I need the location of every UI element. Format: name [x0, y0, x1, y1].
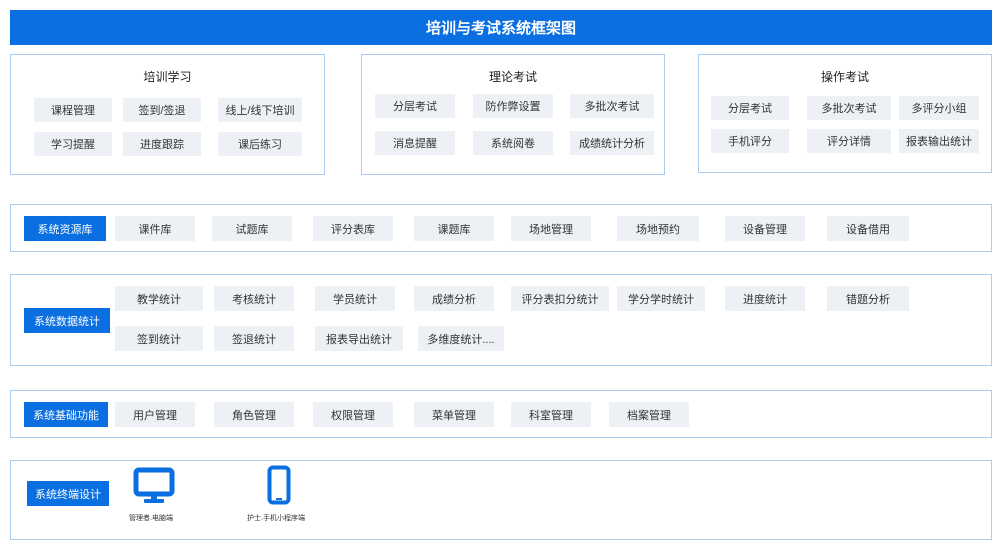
theory-item: 成绩统计分析: [570, 131, 654, 155]
basic-item: 菜单管理: [414, 402, 494, 427]
resource-item: 设备借用: [827, 216, 909, 241]
mobile-caption: 护士.手机小程序端: [247, 515, 305, 522]
practical-item: 手机评分: [711, 129, 789, 153]
statistics-item: 评分表扣分统计: [511, 286, 609, 311]
resources-label: 系统资源库: [24, 216, 106, 241]
practical-item: 分层考试: [711, 96, 789, 120]
basic-item: 用户管理: [115, 402, 195, 427]
training-item: 线上/线下培训: [218, 98, 302, 122]
diagram-title: 培训与考试系统框架图: [10, 10, 992, 45]
basic-item: 科室管理: [511, 402, 591, 427]
terminal-panel: 系统终端设计 管理者.电脑端 护士.手机小程序端: [10, 460, 992, 540]
statistics-label: 系统数据统计: [24, 308, 110, 333]
practical-item: 评分详情: [807, 129, 891, 153]
statistics-item: 错题分析: [827, 286, 909, 311]
theory-item: 系统阅卷: [473, 131, 553, 155]
theory-panel-title: 理论考试: [488, 70, 537, 84]
statistics-item: 学分学时统计: [617, 286, 705, 311]
statistics-item: 成绩分析: [414, 286, 494, 311]
resource-item: 课题库: [414, 216, 494, 241]
theory-item: 消息提醒: [375, 131, 455, 155]
training-panel: 培训学习 课程管理 签到/签退 线上/线下培训 学习提醒 进度跟踪 课后练习: [10, 54, 325, 175]
training-panel-title: 培训学习: [143, 70, 192, 84]
training-item: 学习提醒: [34, 132, 112, 156]
desktop-monitor-icon: [133, 467, 175, 503]
training-item: 课后练习: [218, 132, 302, 156]
statistics-item: 学员统计: [315, 286, 395, 311]
desktop-caption: 管理者.电脑端: [129, 515, 173, 522]
theory-panel: 理论考试 分层考试 防作弊设置 多批次考试 消息提醒 系统阅卷 成绩统计分析: [361, 54, 665, 175]
resource-item: 试题库: [212, 216, 292, 241]
basic-item: 权限管理: [313, 402, 393, 427]
training-item: 课程管理: [34, 98, 112, 122]
resource-item: 场地管理: [511, 216, 591, 241]
statistics-item: 报表导出统计: [315, 326, 403, 351]
practical-item: 报表输出统计: [899, 129, 979, 153]
statistics-item: 签到统计: [115, 326, 203, 351]
resources-panel: 系统资源库 课件库 试题库 评分表库 课题库 场地管理 场地预约 设备管理 设备…: [10, 204, 992, 252]
resource-item: 设备管理: [725, 216, 805, 241]
practical-item: 多批次考试: [807, 96, 891, 120]
basic-label: 系统基础功能: [24, 402, 108, 427]
theory-item: 多批次考试: [570, 94, 654, 118]
practical-panel: 操作考试 分层考试 多批次考试 多评分小组 手机评分 评分详情 报表输出统计: [698, 54, 992, 173]
basic-item: 档案管理: [609, 402, 689, 427]
mobile-phone-icon: [267, 465, 291, 505]
practical-item: 多评分小组: [899, 96, 979, 120]
theory-item: 防作弊设置: [473, 94, 553, 118]
resource-item: 场地预约: [617, 216, 699, 241]
resource-item: 评分表库: [313, 216, 393, 241]
statistics-item: 进度统计: [725, 286, 805, 311]
resource-item: 课件库: [115, 216, 195, 241]
statistics-panel: 系统数据统计 教学统计 考核统计 学员统计 成绩分析 评分表扣分统计 学分学时统…: [10, 274, 992, 366]
statistics-item: 签退统计: [214, 326, 294, 351]
terminal-label: 系统终端设计: [27, 481, 109, 506]
basic-panel: 系统基础功能 用户管理 角色管理 权限管理 菜单管理 科室管理 档案管理: [10, 390, 992, 438]
statistics-item: 教学统计: [115, 286, 203, 311]
theory-item: 分层考试: [375, 94, 455, 118]
statistics-item: 多维度统计....: [418, 326, 504, 351]
practical-panel-title: 操作考试: [820, 70, 869, 84]
training-item: 进度跟踪: [123, 132, 201, 156]
training-item: 签到/签退: [123, 98, 201, 122]
statistics-item: 考核统计: [214, 286, 294, 311]
basic-item: 角色管理: [214, 402, 294, 427]
